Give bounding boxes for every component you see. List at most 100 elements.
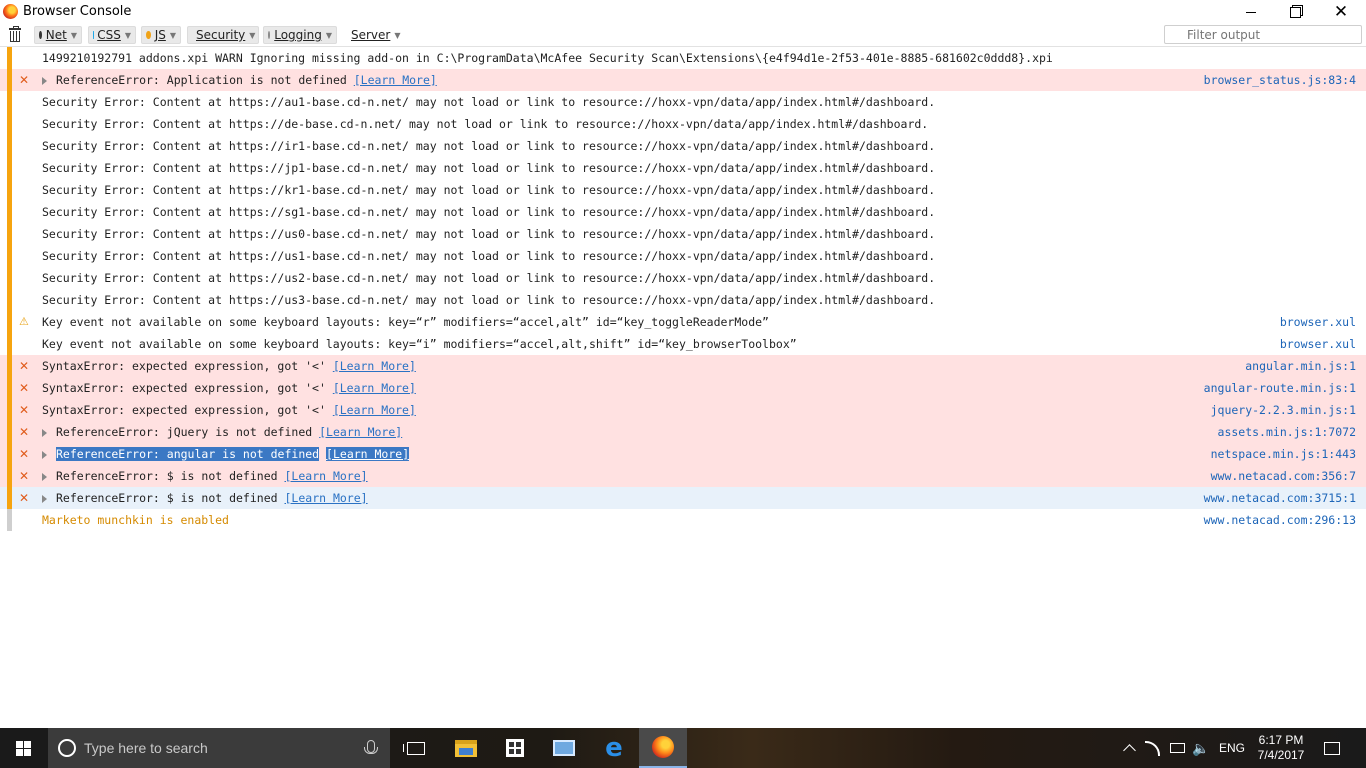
battery-icon[interactable] xyxy=(1170,728,1185,768)
windows-taskbar: Type here to search e 🔈 ENG 6:17 PM 7/4/… xyxy=(0,728,1366,768)
error-icon: ✕ xyxy=(19,425,30,439)
learn-more-link[interactable]: [Learn More] xyxy=(285,491,368,505)
console-row[interactable]: ✕ ReferenceError: Application is not defi… xyxy=(0,69,1366,91)
console-message: Security Error: Content at https://jp1-b… xyxy=(42,157,935,179)
message-text: Security Error: Content at https://kr1-b… xyxy=(42,183,936,197)
volume-icon[interactable]: 🔈 xyxy=(1192,728,1209,768)
source-link[interactable]: netspace.min.js:1:443 xyxy=(1211,443,1356,465)
source-link[interactable]: jquery-2.2.3.min.js:1 xyxy=(1211,399,1356,421)
category-bar xyxy=(7,91,12,113)
message-text: Security Error: Content at https://au1-b… xyxy=(42,95,936,109)
store-button[interactable] xyxy=(491,728,539,768)
console-row[interactable]: ✕ SyntaxError: expected expression, got '… xyxy=(0,355,1366,377)
console-row[interactable]: ⚠ Key event not available on some keyboar… xyxy=(0,311,1366,333)
minimize-icon xyxy=(1246,11,1256,13)
filter-dot-icon xyxy=(268,31,271,39)
console-output: 1499210192791 addons.xpi WARN Ignoring m… xyxy=(0,47,1366,531)
source-link[interactable]: browser.xul xyxy=(1280,311,1356,333)
chevron-up-icon[interactable] xyxy=(1122,728,1136,768)
file-explorer-button[interactable] xyxy=(442,728,490,768)
message-text: Key event not available on some keyboard… xyxy=(42,337,797,351)
minimize-button[interactable] xyxy=(1228,0,1274,24)
message-text: Marketo munchkin is enabled xyxy=(42,513,229,527)
expand-arrow-icon[interactable] xyxy=(42,77,47,85)
console-row[interactable]: Security Error: Content at https://us2-b… xyxy=(0,267,1366,289)
category-bar xyxy=(7,113,12,135)
category-bar xyxy=(7,487,12,509)
source-link[interactable]: www.netacad.com:296:13 xyxy=(1204,509,1356,531)
filter-label: Logging xyxy=(274,28,322,42)
console-row[interactable]: 1499210192791 addons.xpi WARN Ignoring m… xyxy=(0,47,1366,69)
category-bar xyxy=(7,289,12,311)
close-button[interactable]: ✕ xyxy=(1318,0,1364,24)
learn-more-link[interactable]: [Learn More] xyxy=(326,447,410,461)
console-row[interactable]: Security Error: Content at https://kr1-b… xyxy=(0,179,1366,201)
category-bar xyxy=(7,333,12,355)
filter-security-button[interactable]: Security ▼ xyxy=(187,26,259,44)
filter-js-button[interactable]: JS ▼ xyxy=(141,26,181,44)
expand-arrow-icon[interactable] xyxy=(42,451,47,459)
microphone-icon[interactable] xyxy=(364,740,378,754)
windows-start-icon[interactable] xyxy=(16,741,32,757)
computer-button[interactable] xyxy=(540,728,588,768)
caret-down-icon: ▼ xyxy=(124,30,131,40)
console-row[interactable]: Security Error: Content at https://jp1-b… xyxy=(0,157,1366,179)
filter-output-input[interactable] xyxy=(1164,25,1362,44)
source-link[interactable]: angular.min.js:1 xyxy=(1245,355,1356,377)
source-link[interactable]: www.netacad.com:3715:1 xyxy=(1204,487,1356,509)
learn-more-link[interactable]: [Learn More] xyxy=(285,469,368,483)
console-row[interactable]: ✕ ReferenceError: angular is not defined … xyxy=(0,443,1366,465)
message-text: Security Error: Content at https://us0-b… xyxy=(42,227,936,241)
source-link[interactable]: browser_status.js:83:4 xyxy=(1204,69,1356,91)
maximize-button[interactable] xyxy=(1272,0,1318,24)
console-row[interactable]: ✕ ReferenceError: $ is not defined [Learn… xyxy=(0,465,1366,487)
category-bar xyxy=(7,421,12,443)
console-row[interactable]: ✕ ReferenceError: $ is not defined [Learn… xyxy=(0,487,1366,509)
source-link[interactable]: www.netacad.com:356:7 xyxy=(1211,465,1356,487)
console-row[interactable]: Security Error: Content at https://us1-b… xyxy=(0,245,1366,267)
category-bar xyxy=(7,201,12,223)
error-icon: ✕ xyxy=(19,381,30,395)
filter-logging-button[interactable]: Logging ▼ xyxy=(263,26,337,44)
learn-more-link[interactable]: [Learn More] xyxy=(333,381,416,395)
filter-css-button[interactable]: CSS ▼ xyxy=(88,26,136,44)
filter-server-button[interactable]: Server ▼ xyxy=(342,26,404,44)
filter-net-button[interactable]: Net ▼ xyxy=(34,26,82,44)
source-link[interactable]: angular-route.min.js:1 xyxy=(1204,377,1356,399)
notification-center-icon[interactable] xyxy=(1324,728,1342,768)
console-row[interactable]: ✕ SyntaxError: expected expression, got '… xyxy=(0,399,1366,421)
firefox-taskbar-button[interactable] xyxy=(639,728,687,768)
console-row[interactable]: Security Error: Content at https://de-ba… xyxy=(0,113,1366,135)
console-row[interactable]: Security Error: Content at https://us0-b… xyxy=(0,223,1366,245)
taskbar-search-box[interactable]: Type here to search xyxy=(48,728,390,768)
console-row[interactable]: Marketo munchkin is enabled www.netacad.c… xyxy=(0,509,1366,531)
console-row[interactable]: Security Error: Content at https://ir1-b… xyxy=(0,135,1366,157)
wifi-icon[interactable] xyxy=(1145,728,1163,768)
console-row[interactable]: Key event not available on some keyboard… xyxy=(0,333,1366,355)
expand-arrow-icon[interactable] xyxy=(42,495,47,503)
language-indicator[interactable]: ENG xyxy=(1219,728,1245,768)
learn-more-link[interactable]: [Learn More] xyxy=(333,403,416,417)
clock[interactable]: 6:17 PM 7/4/2017 xyxy=(1250,728,1312,768)
trash-icon[interactable] xyxy=(9,26,21,42)
source-link[interactable]: browser.xul xyxy=(1280,333,1356,355)
console-row[interactable]: ✕ SyntaxError: expected expression, got '… xyxy=(0,377,1366,399)
learn-more-link[interactable]: [Learn More] xyxy=(319,425,402,439)
console-row[interactable]: Security Error: Content at https://sg1-b… xyxy=(0,201,1366,223)
message-text: ReferenceError: jQuery is not defined xyxy=(56,425,313,439)
edge-icon: e xyxy=(605,733,623,763)
expand-arrow-icon[interactable] xyxy=(42,473,47,481)
category-bar xyxy=(7,267,12,289)
message-text: ReferenceError: angular is not defined xyxy=(56,447,320,461)
console-message: SyntaxError: expected expression, got '<… xyxy=(42,377,416,399)
expand-arrow-icon[interactable] xyxy=(42,429,47,437)
console-row[interactable]: ✕ ReferenceError: jQuery is not defined [… xyxy=(0,421,1366,443)
console-row[interactable]: Security Error: Content at https://au1-b… xyxy=(0,91,1366,113)
task-view-button[interactable] xyxy=(392,728,440,768)
learn-more-link[interactable]: [Learn More] xyxy=(333,359,416,373)
source-link[interactable]: assets.min.js:1:7072 xyxy=(1218,421,1356,443)
edge-button[interactable]: e xyxy=(590,728,638,768)
console-row[interactable]: Security Error: Content at https://us3-b… xyxy=(0,289,1366,311)
category-bar xyxy=(7,135,12,157)
learn-more-link[interactable]: [Learn More] xyxy=(354,73,437,87)
